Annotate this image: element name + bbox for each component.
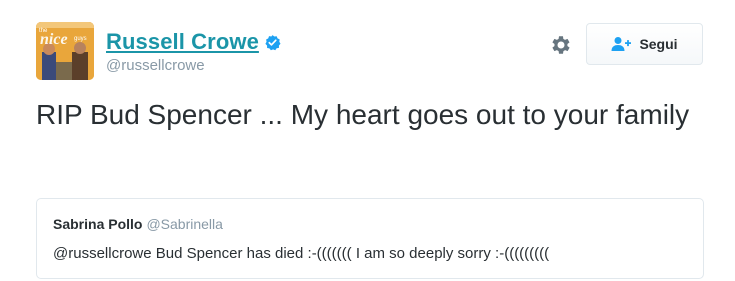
quoted-author-handle: @Sabrinella (146, 216, 223, 232)
avatar[interactable]: nice the guys (36, 22, 94, 80)
quoted-tweet-text: @russellcrowe Bud Spencer has died :-(((… (53, 245, 550, 262)
follow-button[interactable]: Segui (586, 23, 703, 65)
author-display-name[interactable]: Russell Crowe (106, 29, 259, 55)
quoted-tweet-header: Sabrina Pollo @Sabrinella (53, 216, 223, 234)
add-user-icon (611, 36, 632, 52)
author-handle[interactable]: @russellcrowe (106, 57, 205, 74)
follow-button-label: Segui (639, 36, 678, 52)
verified-badge-icon (264, 34, 281, 51)
avatar-image: nice the guys (36, 22, 94, 80)
quoted-tweet[interactable]: Sabrina Pollo @Sabrinella @russellcrowe B… (36, 198, 704, 279)
author-name-row: Russell Crowe (106, 29, 281, 55)
gear-icon[interactable] (549, 33, 573, 57)
quoted-author-name: Sabrina Pollo (53, 216, 143, 232)
tweet-text: RIP Bud Spencer ... My heart goes out to… (36, 99, 690, 130)
svg-text:the: the (39, 28, 48, 34)
embedded-tweet: nice the guys Russell Crowe @russellcrow… (0, 0, 735, 281)
svg-text:guys: guys (74, 36, 87, 42)
